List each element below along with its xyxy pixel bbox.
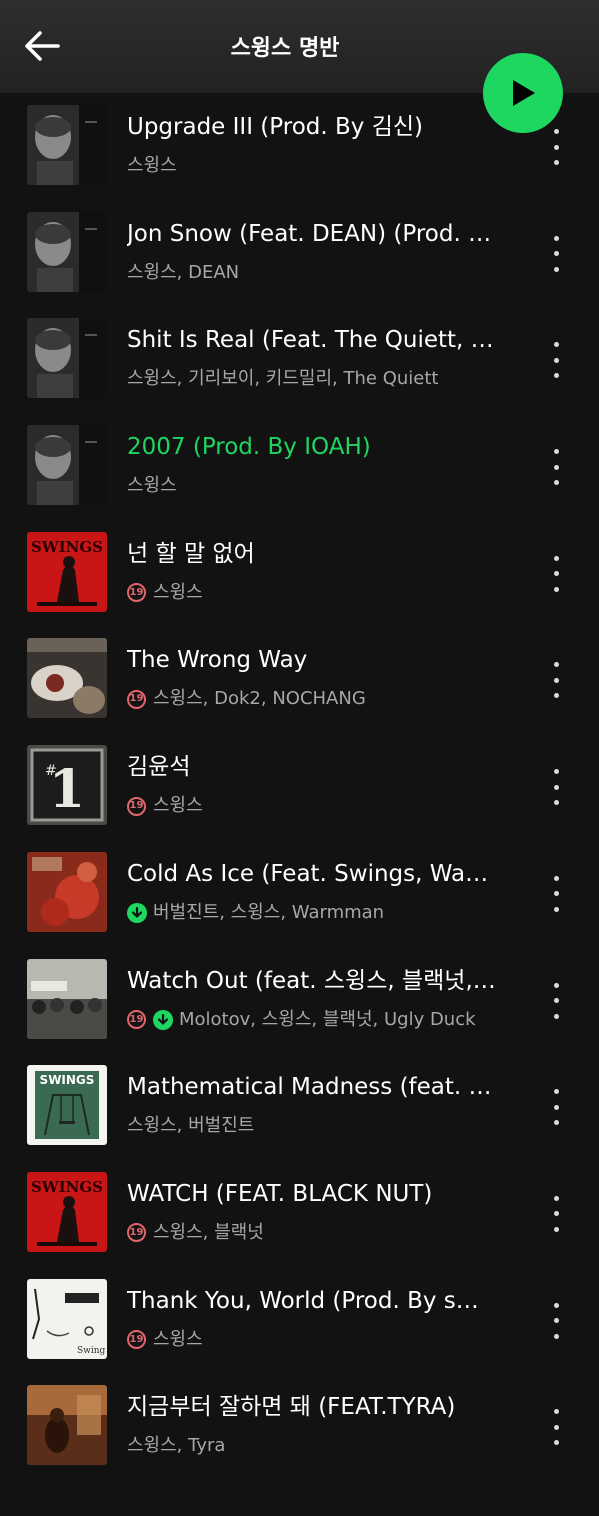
track-artists: 스윙스 (127, 475, 177, 497)
track-list: Upgrade III (Prod. By 김신) 스윙스 Jon Snow (Fe… (0, 93, 599, 1480)
track-artists: 스윙스, 기리보이, 키드밀리, The Quiett (127, 368, 439, 390)
album-cover (27, 851, 107, 932)
track-subtitle: 스윙스 (127, 474, 499, 498)
track-subtitle: 스윙스, 기리보이, 키드밀리, The Quiett (127, 367, 499, 391)
track-title: Shit Is Real (Feat. The Quiett, 기리보이, 키드… (127, 327, 497, 354)
track-title: Watch Out (feat. 스윙스, 블랙넛, Ugly Duck) (127, 967, 497, 994)
track-row[interactable]: Cold As Ice (Feat. Swings, Warmman) 버벌진트,… (0, 840, 599, 947)
track-row[interactable]: 1 # 김윤석 19 스윙스 (0, 733, 599, 840)
track-artists: 스윙스 (153, 795, 203, 817)
svg-text:Swing: Swing (77, 1346, 106, 1356)
track-subtitle: 19 스윙스, Dok2, NOCHANG (127, 687, 499, 711)
album-cover (27, 958, 107, 1039)
album-cover (27, 638, 107, 719)
track-subtitle: 스윙스, DEAN (127, 261, 499, 285)
track-artists: 스윙스, Dok2, NOCHANG (153, 688, 366, 710)
track-subtitle: 19 스윙스 (127, 581, 499, 605)
more-vertical-icon[interactable] (545, 982, 567, 1019)
track-title: 2007 (Prod. By IOAH) (127, 434, 371, 461)
more-vertical-icon[interactable] (545, 1195, 567, 1232)
track-subtitle: 19 스윙스 (127, 1328, 499, 1352)
more-vertical-icon[interactable] (545, 235, 567, 272)
track-artists: 스윙스 (153, 581, 203, 603)
track-row[interactable]: SWINGS Mathematical Madness (feat. 버벌진트) 스… (0, 1053, 599, 1160)
album-cover (27, 105, 107, 185)
explicit-badge: 19 (127, 796, 146, 816)
track-title: Upgrade III (Prod. By 김신) (127, 114, 423, 140)
album-cover: SWINGS (27, 531, 107, 612)
track-artists: 버벌진트, 스윙스, Warmman (153, 901, 385, 923)
track-subtitle: 19 Molotov, 스윙스, 블랙넛, Ugly Duck (127, 1008, 499, 1032)
track-row[interactable]: Shit Is Real (Feat. The Quiett, 기리보이, 키드… (0, 306, 599, 413)
more-vertical-icon[interactable] (545, 769, 567, 806)
album-cover: Swing (27, 1278, 107, 1359)
track-subtitle: 스윙스 (127, 154, 499, 178)
explicit-badge: 19 (127, 1330, 146, 1350)
more-vertical-icon[interactable] (545, 1302, 567, 1339)
track-row[interactable]: SWINGS WATCH (FEAT. BLACK NUT) 19 스윙스, 블랙넛 (0, 1160, 599, 1267)
more-vertical-icon[interactable] (545, 342, 567, 379)
album-cover: 1 # (27, 745, 107, 826)
track-subtitle: 19 스윙스 (127, 794, 499, 818)
play-button[interactable] (483, 53, 563, 133)
play-icon (513, 80, 535, 106)
album-cover (27, 1385, 107, 1466)
track-title: Cold As Ice (Feat. Swings, Warmman) (127, 860, 497, 887)
track-row[interactable]: 2007 (Prod. By IOAH) 스윙스 (0, 413, 599, 520)
more-vertical-icon[interactable] (545, 875, 567, 912)
more-vertical-icon[interactable] (545, 662, 567, 699)
track-row[interactable]: The Wrong Way 19 스윙스, Dok2, NOCHANG (0, 626, 599, 733)
track-subtitle: 버벌진트, 스윙스, Warmman (127, 901, 499, 925)
explicit-badge: 19 (127, 689, 146, 709)
explicit-badge: 19 (127, 1223, 146, 1243)
svg-text:SWINGS: SWINGS (31, 538, 103, 556)
album-cover: SWINGS (27, 1171, 107, 1252)
download-arrow-icon (153, 1009, 173, 1030)
track-row[interactable]: Watch Out (feat. 스윙스, 블랙넛, Ugly Duck) 19 M… (0, 947, 599, 1054)
more-vertical-icon[interactable] (545, 449, 567, 486)
track-artists: 스윙스 (153, 1328, 203, 1350)
track-artists: 스윙스, 블랙넛 (153, 1221, 264, 1243)
more-vertical-icon[interactable] (545, 555, 567, 592)
more-vertical-icon[interactable] (545, 129, 567, 165)
explicit-badge: 19 (127, 1010, 146, 1029)
track-title: 김윤석 (127, 754, 191, 781)
track-title: 지금부터 잘하면 돼 (FEAT.TYRA) (127, 1394, 456, 1421)
album-cover (27, 425, 107, 506)
explicit-badge: 19 (127, 583, 146, 603)
track-row[interactable]: SWINGS 넌 할 말 없어 19 스윙스 (0, 520, 599, 627)
track-subtitle: 19 스윙스, 블랙넛 (127, 1221, 499, 1245)
track-row[interactable]: Jon Snow (Feat. DEAN) (Prod. By 김신) 스윙스, … (0, 200, 599, 307)
track-row[interactable]: 지금부터 잘하면 돼 (FEAT.TYRA) 스윙스, Tyra (0, 1373, 599, 1480)
track-title: Mathematical Madness (feat. 버벌진트) (127, 1074, 497, 1101)
playlist-title: 스윙스 명반 (230, 36, 340, 61)
track-artists: Molotov, 스윙스, 블랙넛, Ugly Duck (179, 1008, 476, 1030)
track-title: Thank You, World (Prod. By swings) (127, 1287, 497, 1314)
track-subtitle: 스윙스, Tyra (127, 1434, 499, 1458)
album-cover: SWINGS (27, 1065, 107, 1146)
album-cover (27, 318, 107, 399)
svg-text:SWINGS: SWINGS (40, 1073, 95, 1087)
download-arrow-icon (127, 902, 147, 923)
track-title: The Wrong Way (127, 647, 308, 674)
track-title: 넌 할 말 없어 (127, 540, 255, 567)
track-title: Jon Snow (Feat. DEAN) (Prod. By 김신) (127, 220, 497, 247)
track-title: WATCH (FEAT. BLACK NUT) (127, 1180, 433, 1207)
svg-text:SWINGS: SWINGS (31, 1178, 103, 1196)
track-artists: 스윙스 (127, 155, 177, 176)
album-cover (27, 211, 107, 292)
track-artists: 스윙스, 버벌진트 (127, 1115, 255, 1137)
svg-text:#: # (45, 763, 57, 779)
more-vertical-icon[interactable] (545, 1089, 567, 1126)
track-artists: 스윙스, Tyra (127, 1435, 226, 1457)
track-row[interactable]: Swing Thank You, World (Prod. By swings) 1… (0, 1267, 599, 1374)
track-subtitle: 스윙스, 버벌진트 (127, 1114, 499, 1138)
more-vertical-icon[interactable] (545, 1409, 567, 1446)
track-artists: 스윙스, DEAN (127, 261, 240, 283)
